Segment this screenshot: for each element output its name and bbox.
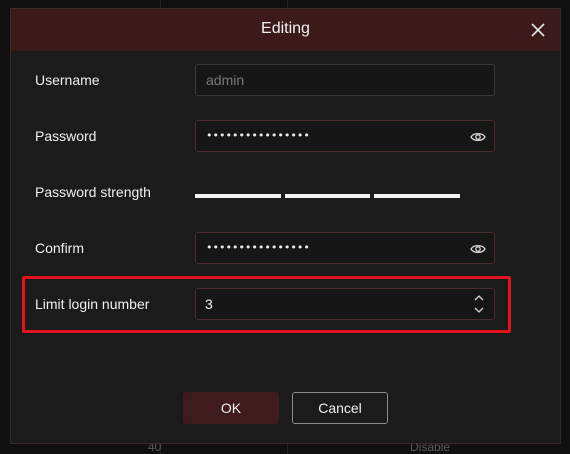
- password-strength-label: Password strength: [35, 184, 151, 200]
- strength-bar-segment: [195, 194, 281, 198]
- highlight-box: [22, 276, 511, 333]
- dialog-title: Editing: [261, 20, 310, 37]
- ok-button[interactable]: OK: [183, 392, 279, 424]
- editing-dialog: Editing Username Password ••••••••••••••…: [10, 8, 561, 444]
- username-field: [195, 64, 495, 96]
- strength-bar-segment: [374, 194, 460, 198]
- strength-bar-segment: [285, 194, 370, 198]
- password-label: Password: [35, 128, 97, 144]
- dialog-header: Editing: [11, 9, 560, 51]
- close-icon[interactable]: [529, 21, 547, 39]
- username-input: [196, 65, 494, 95]
- cancel-button[interactable]: Cancel: [292, 392, 388, 424]
- password-masked-value: ••••••••••••••••: [206, 129, 310, 142]
- confirm-label: Confirm: [35, 240, 85, 256]
- eye-icon[interactable]: [470, 129, 486, 145]
- eye-icon[interactable]: [470, 241, 486, 257]
- username-label: Username: [35, 72, 100, 88]
- confirm-field[interactable]: ••••••••••••••••: [195, 232, 495, 264]
- password-field[interactable]: ••••••••••••••••: [195, 120, 495, 152]
- confirm-masked-value: ••••••••••••••••: [206, 241, 310, 254]
